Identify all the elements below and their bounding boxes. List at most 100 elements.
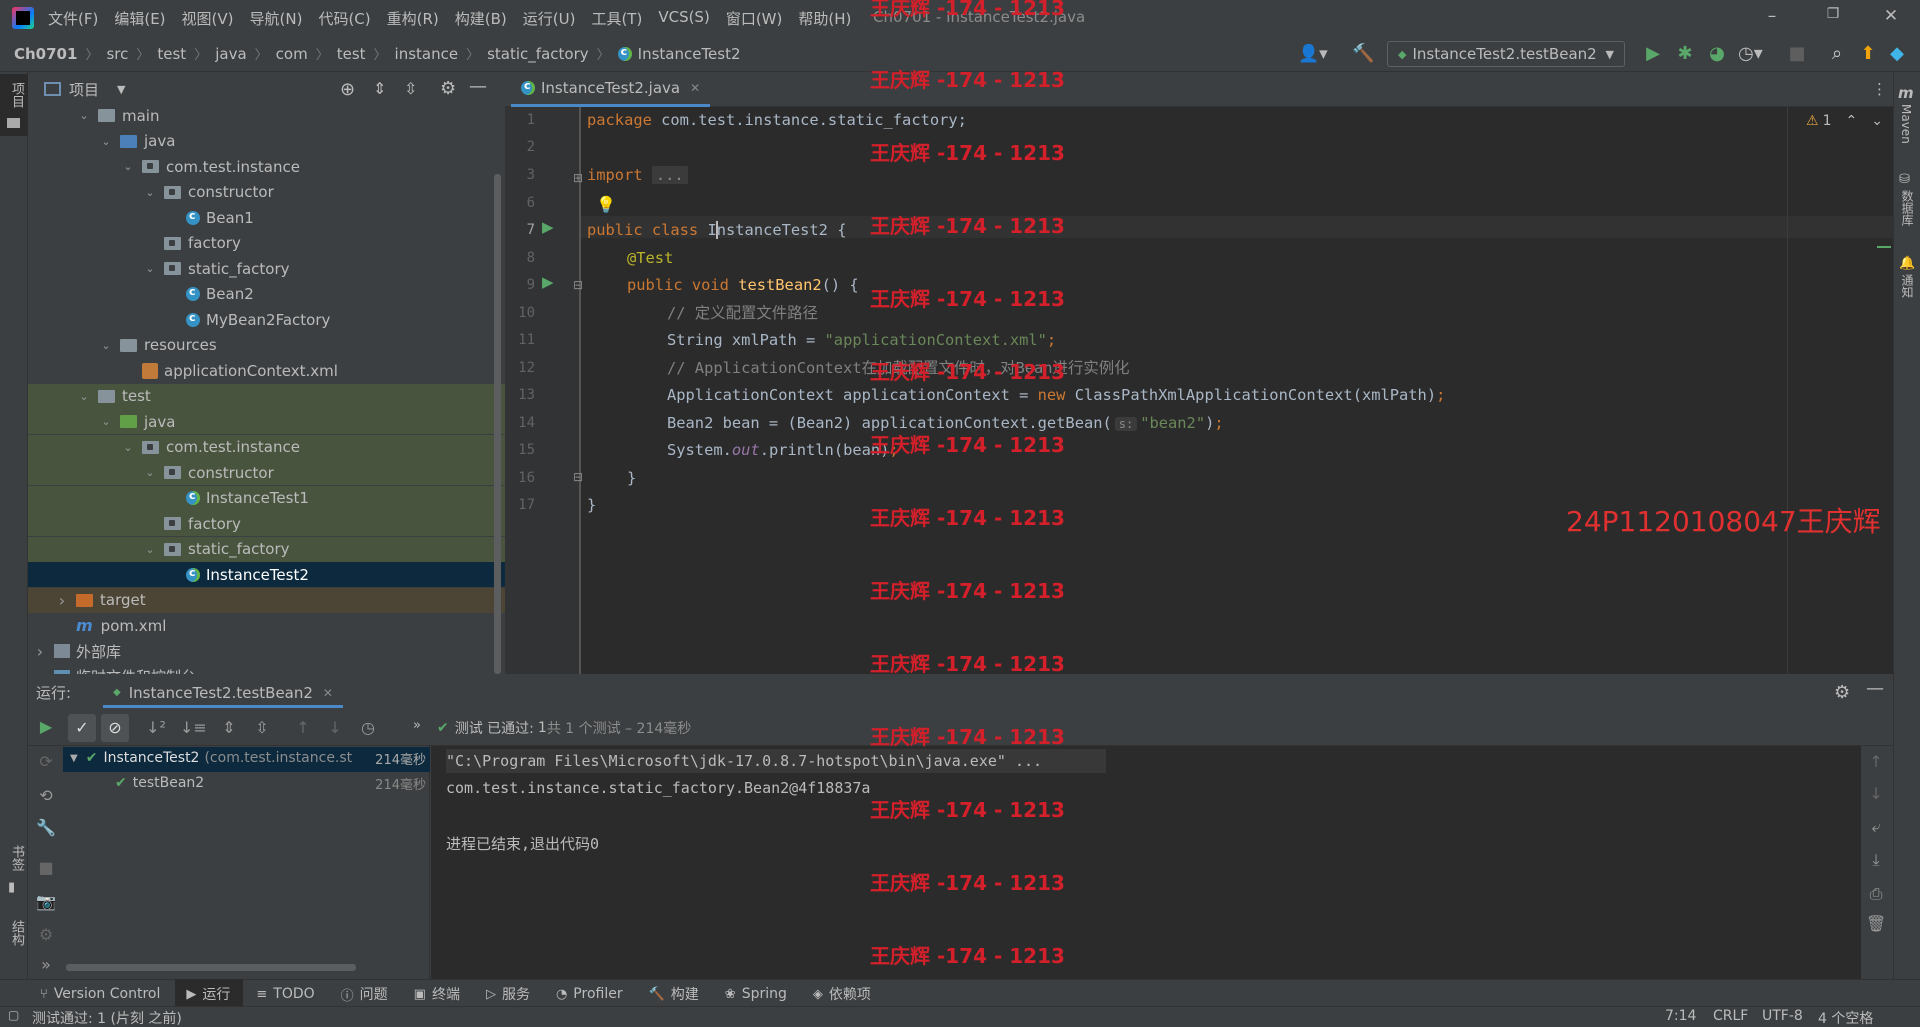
folded-imports[interactable]: ...: [651, 166, 688, 184]
menu-item[interactable]: 运行(U): [523, 8, 576, 29]
fold-icon[interactable]: ⊟: [573, 470, 583, 484]
project-scrollbar[interactable]: [494, 174, 501, 674]
more-icon[interactable]: »: [36, 955, 56, 974]
chevron-down-icon[interactable]: ⌄: [142, 262, 158, 275]
more-tabs-icon[interactable]: ⋮: [1872, 80, 1887, 98]
menu-item[interactable]: VCS(S): [658, 8, 709, 29]
project-tree-item[interactable]: Bean2: [28, 282, 505, 307]
chevron-down-icon[interactable]: ⌄: [76, 390, 92, 403]
line-separator[interactable]: CRLF: [1713, 1008, 1748, 1024]
settings-gear-icon[interactable]: ⚙: [1834, 682, 1850, 703]
run-tab[interactable]: ◆ InstanceTest2.testBean2 ✕: [103, 680, 343, 708]
search-icon[interactable]: ⌕: [1826, 44, 1848, 64]
fold-icon[interactable]: ⊟: [573, 278, 583, 292]
update-icon[interactable]: ⬆: [1857, 44, 1879, 64]
chevron-down-icon[interactable]: ⌄: [142, 186, 158, 199]
project-tree-item[interactable]: InstanceTest1: [28, 485, 505, 511]
project-panel-title[interactable]: 项目: [69, 79, 99, 100]
breadcrumb-item[interactable]: instance: [395, 45, 459, 63]
chevron-down-icon[interactable]: ▼: [117, 83, 125, 96]
scroll-down-icon[interactable]: ↓: [1866, 784, 1886, 803]
next-highlight-icon[interactable]: ⌄: [1871, 113, 1883, 129]
menu-item[interactable]: 帮助(H): [798, 8, 851, 29]
tool-window-button[interactable]: ◔ Profiler: [556, 984, 623, 1004]
build-hammer-icon[interactable]: 🔨: [1352, 43, 1374, 64]
scroll-up-icon[interactable]: ↑: [1866, 752, 1886, 771]
menu-item[interactable]: 工具(T): [591, 8, 642, 29]
project-tree-item[interactable]: applicationContext.xml: [28, 358, 505, 383]
breadcrumb-item[interactable]: java: [215, 45, 246, 63]
tool-window-button[interactable]: ▷ 服务: [486, 984, 530, 1004]
locate-icon[interactable]: ⊕: [340, 79, 355, 100]
profile-icon[interactable]: ◷▾: [1738, 44, 1763, 64]
status-message[interactable]: 测试通过: 1 (片刻 之前): [32, 1008, 182, 1027]
stop-icon[interactable]: ■: [36, 858, 56, 877]
hide-panel-icon[interactable]: —: [1866, 678, 1884, 699]
breadcrumb-item[interactable]: Ch0701: [14, 45, 77, 63]
status-square-icon[interactable]: ▢: [8, 1008, 19, 1022]
breadcrumb-item[interactable]: test: [337, 45, 366, 63]
tool-window-button[interactable]: ⑂ Version Control: [40, 984, 160, 1004]
jetbrains-toolbox-icon[interactable]: ◆: [1886, 44, 1908, 64]
chevron-right-icon[interactable]: ›: [54, 591, 70, 610]
rerun-failed-icon[interactable]: ⟳: [36, 752, 56, 771]
tool-window-button[interactable]: ≡ TODO: [256, 984, 314, 1004]
menu-item[interactable]: 窗口(W): [726, 8, 783, 29]
expand-all-icon[interactable]: ⇕: [219, 718, 239, 737]
next-failed-icon[interactable]: ↓: [325, 718, 345, 737]
file-encoding[interactable]: UTF-8: [1762, 1008, 1803, 1024]
project-tree-item[interactable]: ⌄ constructor: [28, 180, 505, 205]
project-tree-item[interactable]: › 外部库: [28, 639, 505, 664]
run-test-gutter-icon[interactable]: ▶: [542, 218, 554, 236]
project-tree-item[interactable]: ⌄ static_factory: [28, 536, 505, 562]
notifications-stripe-label[interactable]: 通知: [1899, 274, 1916, 298]
project-tree-item[interactable]: ⌄ java: [28, 129, 505, 154]
chevron-down-icon[interactable]: ⌄: [98, 339, 114, 352]
previous-highlight-icon[interactable]: ⌃: [1845, 113, 1857, 129]
run-icon[interactable]: ▶: [1642, 44, 1664, 64]
user-icon[interactable]: 👤▾: [1298, 44, 1328, 64]
chevron-right-icon[interactable]: ›: [32, 667, 48, 674]
editor-tab-instancetest2[interactable]: InstanceTest2.java ✕: [511, 72, 711, 107]
stop-icon[interactable]: ■: [1786, 44, 1808, 64]
indent-setting[interactable]: 4 个空格: [1818, 1008, 1873, 1027]
project-tree-item[interactable]: ⌄ static_factory: [28, 256, 505, 281]
menu-item[interactable]: 编辑(E): [114, 8, 165, 29]
history-icon[interactable]: ◷: [358, 718, 378, 737]
breadcrumb-item[interactable]: InstanceTest2: [617, 45, 741, 63]
bookmarks-stripe-label[interactable]: 书签: [7, 845, 26, 871]
trash-icon[interactable]: 🗑: [1866, 914, 1886, 933]
breadcrumb-item[interactable]: src: [106, 45, 128, 63]
project-tree-item[interactable]: ⌄ com.test.instance: [28, 434, 505, 460]
close-tab-icon[interactable]: ✕: [690, 81, 700, 95]
tool-window-button[interactable]: ▣ 终端: [414, 984, 460, 1004]
rerun-icon[interactable]: ▶: [36, 717, 56, 736]
camera-icon[interactable]: 📷: [36, 892, 56, 911]
breadcrumb-item[interactable]: test: [157, 45, 186, 63]
project-tree-item[interactable]: factory: [28, 511, 505, 536]
chevron-down-icon[interactable]: ⌄: [120, 160, 136, 173]
restore-icon[interactable]: ❐: [1821, 6, 1845, 22]
breadcrumb-item[interactable]: static_factory: [487, 45, 589, 63]
expand-all-icon[interactable]: ⇕: [373, 79, 386, 98]
menu-item[interactable]: 导航(N): [250, 8, 303, 29]
chevron-down-icon[interactable]: ⌄: [120, 441, 136, 454]
export-icon[interactable]: ⚙: [36, 925, 56, 944]
intellij-logo-icon[interactable]: [12, 7, 34, 29]
collapse-all-icon[interactable]: ⇳: [404, 79, 417, 98]
structure-stripe-label[interactable]: 结构: [7, 920, 26, 946]
tool-window-button[interactable]: ◈ 依赖项: [813, 984, 871, 1004]
chevron-down-icon[interactable]: ⌄: [98, 135, 114, 148]
project-tree-item[interactable]: ⌄ constructor: [28, 460, 505, 485]
inspection-widget[interactable]: ⚠ 1 ⌃ ⌄: [1806, 113, 1883, 129]
chevron-down-icon[interactable]: ⌄: [142, 543, 158, 556]
menu-item[interactable]: 代码(C): [318, 8, 370, 29]
hide-panel-icon[interactable]: —: [469, 76, 487, 97]
chevron-down-icon[interactable]: ⌄: [98, 415, 114, 428]
toggle-auto-test-icon[interactable]: ⟲: [36, 786, 56, 805]
database-stripe-label[interactable]: 数据库: [1899, 190, 1916, 226]
settings-gear-icon[interactable]: ⚙: [440, 78, 456, 99]
minimize-icon[interactable]: –: [1760, 6, 1784, 26]
project-tree-item[interactable]: factory: [28, 231, 505, 256]
collapse-all-icon[interactable]: ⇳: [252, 718, 272, 737]
